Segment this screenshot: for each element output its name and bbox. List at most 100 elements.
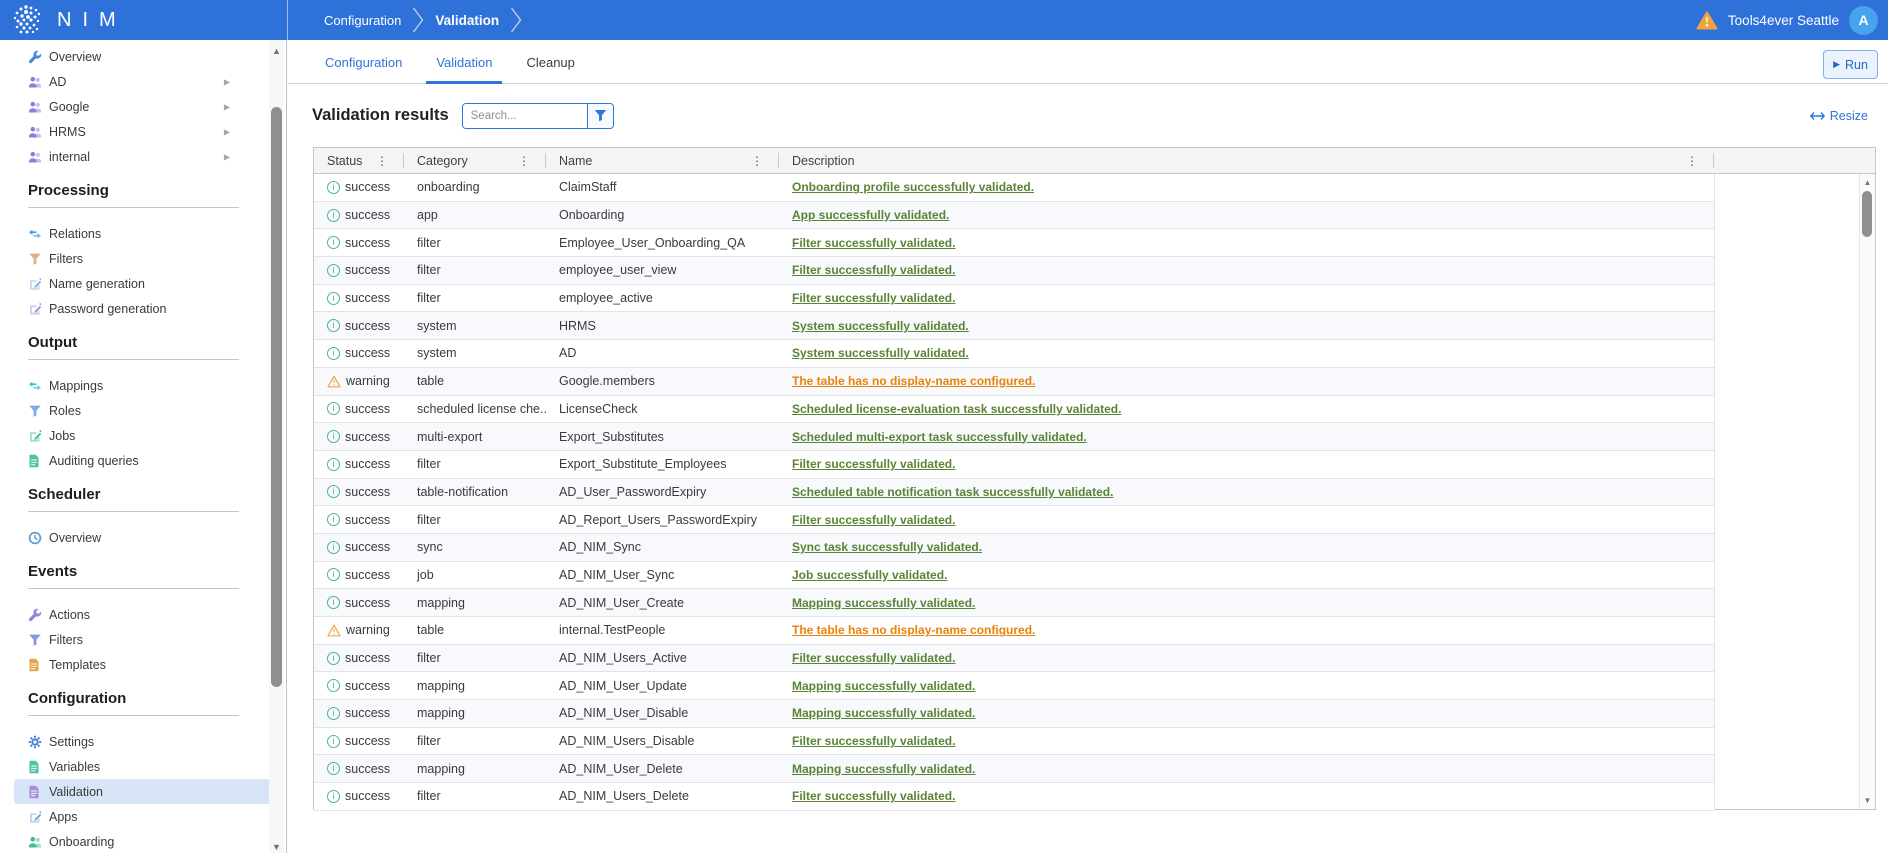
sidebar-item-relations[interactable]: Relations — [0, 221, 286, 246]
table-row: i success system HRMS System successfully va… — [314, 312, 1714, 341]
cell-name: Google.members — [559, 374, 655, 389]
page-title: Validation results — [312, 106, 449, 124]
sidebar-item-password-generation[interactable]: Password generation — [0, 296, 286, 321]
description-link[interactable]: Filter successfully validated. — [792, 457, 955, 471]
sidebar-item-settings[interactable]: Settings — [0, 729, 286, 754]
description-link[interactable]: Filter successfully validated. — [792, 651, 955, 665]
status-label: success — [345, 401, 391, 416]
validation-results-table: Status ⋮ Category ⋮ Name ⋮ Description ⋮ i succe… — [313, 147, 1876, 811]
chevron-right-icon[interactable]: ▶ — [224, 152, 230, 161]
column-header-name[interactable]: Name ⋮ — [546, 148, 779, 173]
scrollbar-thumb[interactable] — [271, 107, 282, 687]
scroll-up-icon[interactable]: ▲ — [1860, 178, 1875, 187]
description-link[interactable]: The table has no display-name configured… — [792, 374, 1035, 388]
resize-label: Resize — [1829, 108, 1868, 123]
status-label: success — [345, 484, 391, 499]
play-icon: ▶ — [1833, 59, 1840, 69]
scroll-down-icon[interactable]: ▼ — [1860, 796, 1875, 805]
cell-name: Export_Substitutes — [559, 429, 664, 444]
column-header-category[interactable]: Category ⋮ — [404, 148, 546, 173]
sidebar-item-actions[interactable]: Actions — [0, 602, 286, 627]
sidebar-scrollbar[interactable]: ▲ ▼ — [269, 40, 284, 853]
sidebar-item-filters[interactable]: Filters — [0, 627, 286, 652]
info-circle-icon: i — [327, 789, 340, 803]
resize-link[interactable]: Resize — [1809, 108, 1868, 123]
description-link[interactable]: Scheduled multi-export task successfully… — [792, 430, 1087, 444]
breadcrumb-item-configuration[interactable]: Configuration — [315, 13, 410, 28]
funnel-icon — [28, 252, 44, 266]
section-divider — [28, 511, 239, 512]
description-link[interactable]: Onboarding profile successfully validate… — [792, 180, 1034, 194]
sidebar-item-mappings[interactable]: Mappings — [0, 373, 286, 398]
column-header-description[interactable]: Description ⋮ — [779, 148, 1714, 173]
sidebar-item-validation[interactable]: Validation — [14, 779, 272, 804]
sidebar-item-roles[interactable]: Roles — [0, 398, 286, 423]
app-logo[interactable]: NIM — [0, 4, 287, 36]
table-scrollbar[interactable]: ▲ ▼ — [1859, 174, 1875, 809]
description-link[interactable]: Mapping successfully validated. — [792, 596, 975, 610]
scroll-down-icon[interactable]: ▼ — [269, 842, 284, 852]
tab-cleanup[interactable]: Cleanup — [516, 40, 584, 84]
column-menu-icon[interactable]: ⋮ — [751, 155, 763, 167]
description-link[interactable]: App successfully validated. — [792, 208, 949, 222]
description-link[interactable]: System successfully validated. — [792, 319, 969, 333]
clock-icon — [28, 531, 44, 545]
description-link[interactable]: The table has no display-name configured… — [792, 623, 1035, 637]
breadcrumb-item-validation[interactable]: Validation — [426, 13, 508, 28]
description-link[interactable]: System successfully validated. — [792, 346, 969, 360]
description-link[interactable]: Sync task successfully validated. — [792, 540, 982, 554]
column-header-status[interactable]: Status ⋮ — [314, 148, 404, 173]
description-link[interactable]: Filter successfully validated. — [792, 236, 955, 250]
sidebar-item-jobs[interactable]: Jobs — [0, 423, 286, 448]
description-link[interactable]: Job successfully validated. — [792, 568, 947, 582]
document-icon — [28, 760, 44, 774]
sidebar-item-templates[interactable]: Templates — [0, 652, 286, 677]
scroll-up-icon[interactable]: ▲ — [269, 46, 284, 56]
search-input[interactable] — [462, 103, 587, 128]
sidebar-item-google[interactable]: Google ▶ — [0, 94, 286, 119]
scrollbar-thumb[interactable] — [1862, 191, 1872, 237]
description-link[interactable]: Filter successfully validated. — [792, 291, 955, 305]
search-filter-button[interactable] — [586, 103, 613, 128]
column-menu-icon[interactable]: ⋮ — [1686, 155, 1698, 167]
sidebar-item-filters[interactable]: Filters — [0, 246, 286, 271]
avatar[interactable]: A — [1849, 5, 1878, 35]
description-link[interactable]: Mapping successfully validated. — [792, 679, 975, 693]
description-link[interactable]: Scheduled table notification task succes… — [792, 485, 1113, 499]
sidebar-item-apps[interactable]: Apps — [0, 804, 286, 829]
chevron-right-icon[interactable]: ▶ — [224, 77, 230, 86]
chevron-right-icon[interactable]: ▶ — [224, 102, 230, 111]
table-row: i success sync AD_NIM_Sync Sync task success… — [314, 533, 1714, 562]
chevron-right-icon[interactable]: ▶ — [224, 127, 230, 136]
tab-configuration[interactable]: Configuration — [315, 40, 412, 84]
sidebar-item-internal[interactable]: internal ▶ — [0, 144, 286, 169]
description-link[interactable]: Scheduled license-evaluation task succes… — [792, 402, 1121, 416]
sidebar-item-onboarding[interactable]: Onboarding — [0, 829, 286, 854]
column-menu-icon[interactable]: ⋮ — [518, 155, 530, 167]
sidebar-item-name-generation[interactable]: Name generation — [0, 271, 286, 296]
description-link[interactable]: Mapping successfully validated. — [792, 762, 975, 776]
sidebar-item-ad[interactable]: AD ▶ — [0, 69, 286, 94]
wrench-icon — [28, 50, 44, 64]
sidebar-item-overview[interactable]: Overview — [0, 44, 286, 69]
info-circle-icon: i — [327, 513, 340, 527]
description-link[interactable]: Filter successfully validated. — [792, 513, 955, 527]
warning-icon[interactable] — [1696, 11, 1718, 30]
tab-validation[interactable]: Validation — [426, 40, 503, 84]
column-menu-icon[interactable]: ⋮ — [376, 155, 388, 167]
description-link[interactable]: Filter successfully validated. — [792, 263, 955, 277]
sidebar-item-hrms[interactable]: HRMS ▶ — [0, 119, 286, 144]
description-link[interactable]: Filter successfully validated. — [792, 789, 955, 803]
funnel-icon — [28, 404, 44, 418]
description-link[interactable]: Mapping successfully validated. — [792, 706, 975, 720]
description-link[interactable]: Filter successfully validated. — [792, 734, 955, 748]
table-row: i success filter employee_active Filter succ… — [314, 284, 1714, 313]
resize-icon — [1809, 111, 1825, 120]
sidebar-item-overview[interactable]: Overview — [0, 525, 286, 550]
pencil-icon — [28, 429, 44, 443]
table-row: i success filter Export_Substitute_Employee… — [314, 450, 1714, 479]
sidebar-item-variables[interactable]: Variables — [0, 754, 286, 779]
run-button[interactable]: ▶ Run — [1823, 50, 1878, 79]
info-circle-icon: i — [327, 679, 340, 693]
sidebar-item-auditing-queries[interactable]: Auditing queries — [0, 448, 286, 473]
